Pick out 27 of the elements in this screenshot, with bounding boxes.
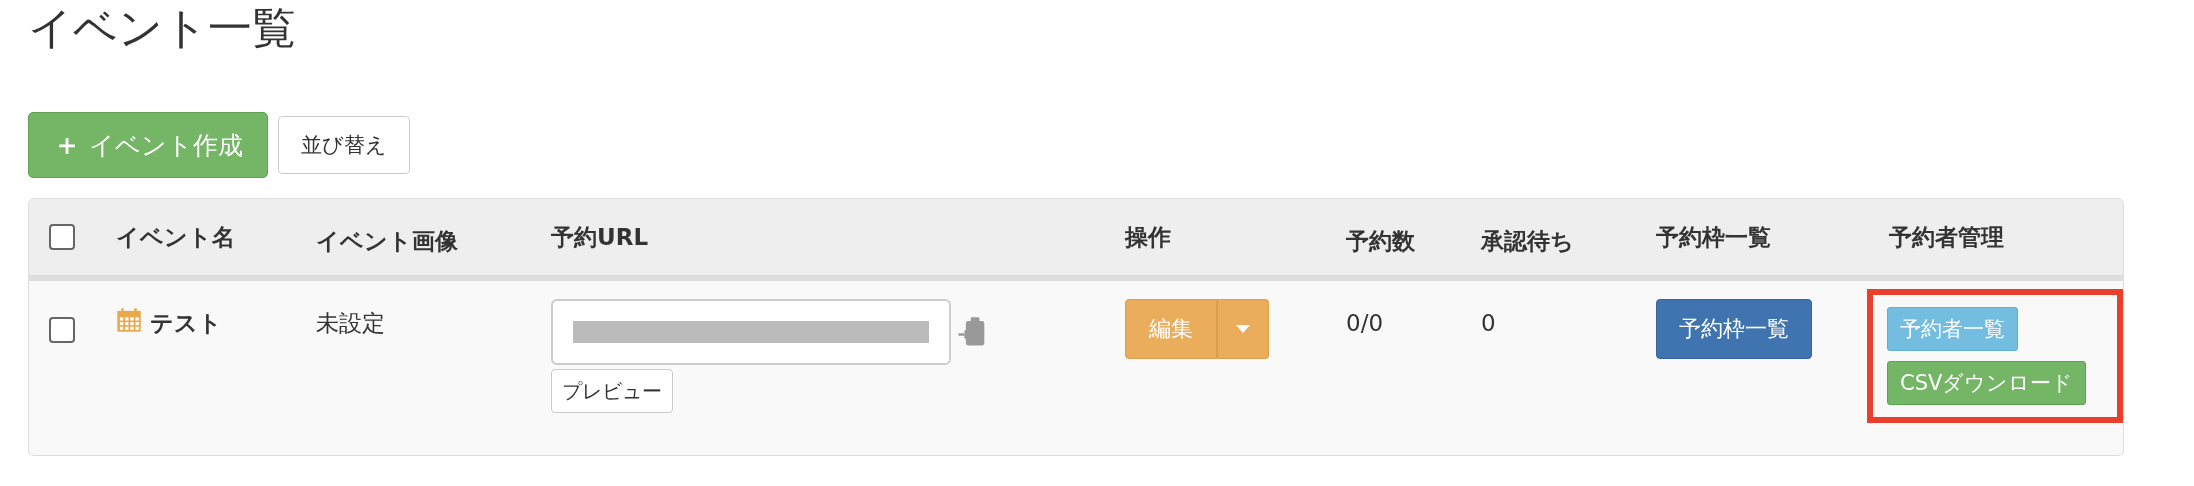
column-header: 予約URL <box>551 223 649 250</box>
sort-button[interactable]: 並び替え <box>278 116 410 174</box>
dropdown-button[interactable] <box>1217 299 1269 359</box>
reservers-list-button[interactable]: 予約者一覧 <box>1887 307 2018 351</box>
reservation-count: 0/0 <box>1346 310 1383 336</box>
edit-button[interactable]: 編集 <box>1125 299 1217 359</box>
event-image-status: 未設定 <box>316 310 385 336</box>
row-checkbox[interactable] <box>49 317 75 343</box>
clipboard-icon[interactable] <box>957 316 987 348</box>
column-header: 承認待ち <box>1481 227 1574 254</box>
column-header: 操作 <box>1125 223 1171 250</box>
preview-button[interactable]: プレビュー <box>551 369 673 413</box>
create-event-button[interactable]: ＋ イベント作成 <box>28 112 268 178</box>
select-all-checkbox[interactable] <box>49 224 75 250</box>
caret-icon <box>1236 325 1250 333</box>
url-field[interactable] <box>551 299 951 365</box>
event-name: テスト <box>150 309 222 338</box>
csv-download-button[interactable]: CSVダウンロード <box>1887 361 2087 405</box>
calendar-icon <box>116 307 142 333</box>
column-header: 予約者管理 <box>1889 223 2004 250</box>
page-title: イベント一覧 <box>28 1 297 55</box>
column-header: イベント画像 <box>316 227 458 254</box>
column-header: イベント名 <box>116 223 235 250</box>
column-header: 予約数 <box>1346 227 1415 254</box>
column-header: 予約枠一覧 <box>1656 223 1771 250</box>
pending-count: 0 <box>1481 310 1496 336</box>
slot-list-button[interactable]: 予約枠一覧 <box>1656 299 1812 359</box>
